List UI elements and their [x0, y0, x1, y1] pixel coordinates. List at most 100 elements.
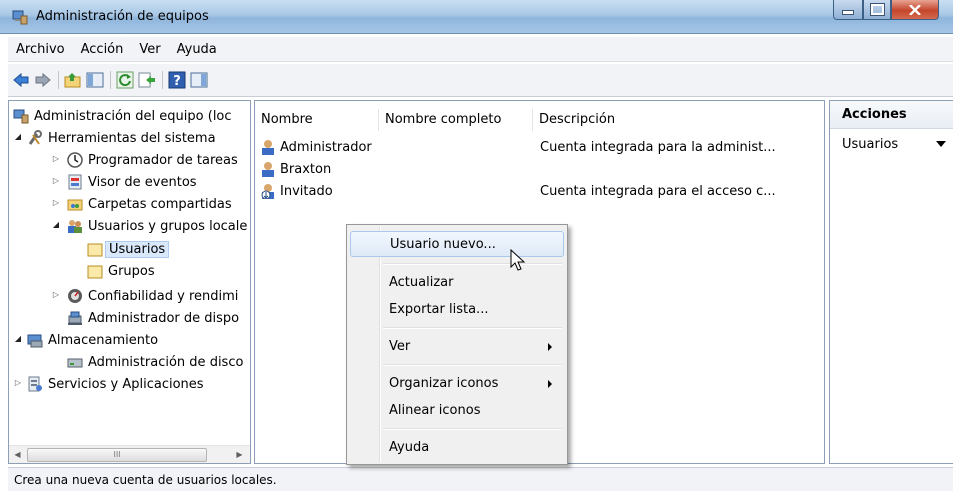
tree-item-task-scheduler[interactable]: Programador de tareas [67, 149, 238, 171]
menu-item-label: Exportar lista... [389, 302, 489, 317]
menu-item-label: Organizar iconos [389, 376, 499, 391]
table-row[interactable]: Administrador Cuenta integrada para la a… [261, 137, 821, 158]
menu-item-refresh[interactable]: Actualizar [350, 270, 564, 296]
dropdown-arrow-icon[interactable] [936, 141, 946, 147]
toolbar-separator [162, 71, 163, 89]
status-text: Crea una nueva cuenta de usuarios locale… [14, 473, 277, 487]
minimize-button[interactable] [833, 0, 863, 20]
folder-icon [87, 265, 103, 279]
tree-label: Servicios y Aplicaciones [48, 376, 204, 392]
expand-arrow-icon[interactable]: ▷ [51, 290, 61, 299]
user-icon [262, 140, 274, 155]
menu-item-align-icons[interactable]: Alinear iconos [350, 398, 564, 424]
tree-label: Usuarios [105, 240, 170, 258]
collapse-arrow-icon[interactable]: ◢ [13, 334, 23, 343]
collapse-arrow-icon[interactable]: ◢ [51, 220, 61, 229]
user-icon [262, 162, 274, 177]
close-icon [909, 4, 921, 15]
actions-pane: Acciones Usuarios [829, 100, 953, 464]
tree-item-local-users-groups[interactable]: Usuarios y grupos locale [67, 215, 247, 237]
tree-item-shared-folders[interactable]: Carpetas compartidas [67, 193, 232, 215]
menu-ver[interactable]: Ver [131, 42, 168, 57]
storage-icon [27, 334, 43, 348]
tree-label: Herramientas del sistema [48, 130, 216, 146]
minimize-icon [842, 10, 854, 15]
tree-label: Almacenamiento [48, 332, 159, 348]
menu-item-export[interactable]: Exportar lista... [350, 297, 564, 323]
user-description: Cuenta integrada para la administ... [540, 140, 776, 155]
list-header: Nombre Nombre completo Descripción [255, 109, 824, 131]
column-header-name[interactable]: Nombre [255, 109, 379, 131]
expand-arrow-icon[interactable]: ▷ [51, 198, 61, 207]
menu-item-label: Actualizar [389, 275, 454, 290]
close-button[interactable] [891, 0, 939, 20]
collapse-arrow-icon[interactable]: ◢ [13, 132, 23, 141]
export-icon[interactable] [138, 71, 156, 89]
show-hide-tree-icon[interactable] [86, 71, 104, 89]
tree-item-reliability[interactable]: Confiabilidad y rendimi [67, 285, 238, 307]
scroll-left-icon[interactable]: ◀ [9, 446, 26, 463]
scrollbar-thumb[interactable]: III [27, 448, 207, 462]
users-group-icon [68, 220, 82, 233]
help-icon[interactable]: ? [168, 71, 186, 89]
table-row[interactable]: Invitado Cuenta integrada para el acceso… [261, 181, 821, 202]
expand-arrow-icon[interactable]: ▷ [51, 176, 61, 185]
computer-management-icon [12, 10, 28, 25]
tree-label: Usuarios y grupos locale [88, 218, 248, 234]
tree-item-root[interactable]: Administración del equipo (loc [13, 105, 232, 127]
mouse-pointer-icon [510, 249, 526, 271]
up-folder-icon[interactable] [64, 71, 82, 89]
user-name: Administrador [280, 140, 372, 155]
shared-folder-icon [67, 199, 83, 211]
menu-item-new-user[interactable]: Usuario nuevo... [350, 231, 564, 257]
forward-icon[interactable] [34, 71, 52, 89]
tree-item-services-apps[interactable]: Servicios y Aplicaciones [27, 373, 204, 395]
title-bar[interactable]: Administración de equipos [0, 0, 953, 34]
status-bar: Crea una nueva cuenta de usuarios locale… [8, 467, 953, 491]
svg-text:?: ? [173, 74, 181, 89]
horizontal-scrollbar[interactable]: ◀ III ▶ [9, 445, 250, 463]
scroll-right-icon[interactable]: ▶ [231, 446, 248, 463]
menu-archivo[interactable]: Archivo [8, 42, 73, 57]
column-header-full-name[interactable]: Nombre completo [379, 109, 533, 131]
services-icon [28, 376, 42, 392]
scrollbar-grip: III [113, 450, 121, 459]
menu-item-label: Usuario nuevo... [390, 237, 496, 252]
tree-label: Administración del equipo (loc [34, 108, 232, 124]
menu-accion[interactable]: Acción [73, 42, 132, 57]
tree-label: Grupos [108, 263, 155, 279]
maximize-icon [869, 3, 885, 16]
app-window: Administración de equipos Archivo Acción… [0, 0, 953, 497]
action-pane-icon[interactable] [190, 71, 208, 89]
table-row[interactable]: Braxton [261, 159, 821, 180]
tree-item-disk-management[interactable]: Administración de disco [67, 351, 243, 373]
actions-users-section[interactable]: Usuarios [842, 137, 950, 152]
tree-item-storage[interactable]: Almacenamiento [27, 329, 158, 351]
tree-item-users[interactable]: Usuarios [87, 238, 170, 260]
menu-ayuda[interactable]: Ayuda [169, 42, 225, 57]
submenu-arrow-icon [548, 343, 552, 351]
tree-item-event-viewer[interactable]: Visor de eventos [67, 171, 197, 193]
tree-item-groups[interactable]: Grupos [87, 260, 155, 282]
menu-item-label: Ayuda [389, 440, 430, 455]
expand-arrow-icon[interactable]: ▷ [51, 154, 61, 163]
tree-item-system-tools[interactable]: Herramientas del sistema [27, 127, 216, 149]
maximize-button[interactable] [863, 0, 891, 20]
column-header-description[interactable]: Descripción [533, 109, 824, 131]
refresh-icon[interactable] [116, 71, 134, 89]
disabled-user-icon [261, 184, 274, 199]
toolbar-separator [58, 71, 59, 89]
back-icon[interactable] [12, 71, 30, 89]
tools-icon [28, 130, 42, 145]
window-title: Administración de equipos [36, 9, 209, 24]
folder-icon [87, 243, 103, 257]
device-manager-icon [68, 311, 82, 325]
menu-item-help[interactable]: Ayuda [350, 435, 564, 461]
tree-item-device-manager[interactable]: Administrador de dispo [67, 307, 239, 329]
disk-drive-icon [67, 358, 83, 368]
toolbar: ? [8, 64, 953, 97]
event-viewer-icon [68, 174, 82, 190]
expand-arrow-icon[interactable]: ▷ [13, 378, 23, 387]
menu-item-arrange-icons[interactable]: Organizar iconos [350, 371, 564, 397]
menu-item-view[interactable]: Ver [350, 334, 564, 360]
